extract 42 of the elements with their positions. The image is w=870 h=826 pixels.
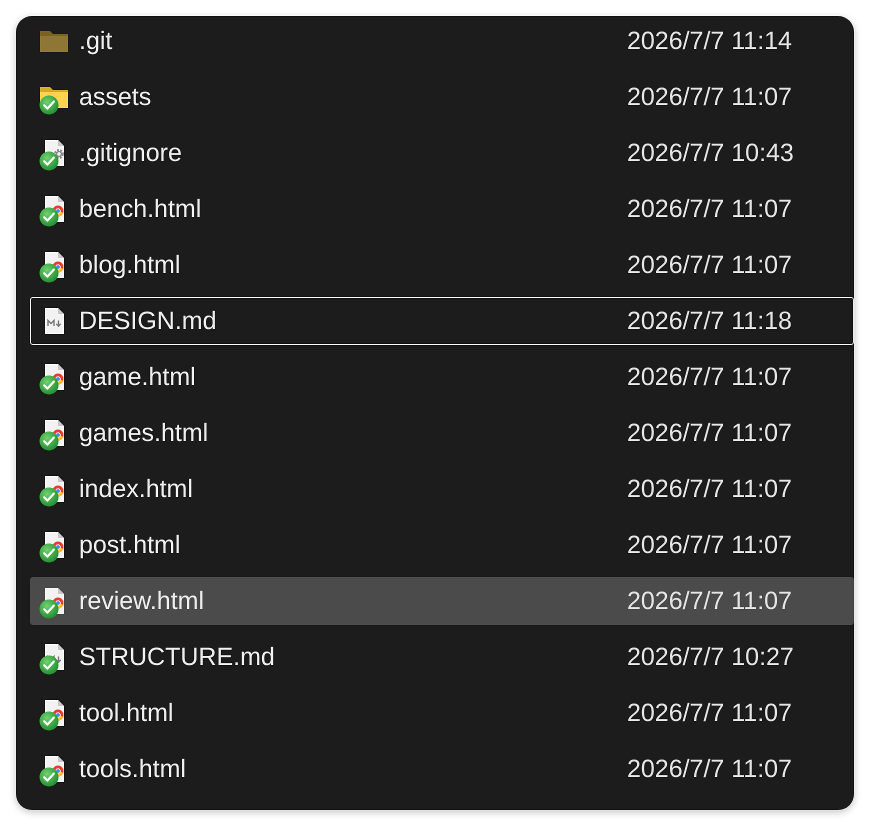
file-row[interactable]: .git 2026/7/7 11:14 <box>30 17 854 65</box>
file-row[interactable]: post.html 2026/7/7 11:07 <box>30 521 854 569</box>
modified-date: 2026/7/7 11:07 <box>627 420 792 446</box>
modified-date: 2026/7/7 11:07 <box>627 196 792 222</box>
modified-date: 2026/7/7 10:27 <box>627 644 794 670</box>
file-row[interactable]: games.html 2026/7/7 11:07 <box>30 409 854 457</box>
file-name: blog.html <box>79 252 182 278</box>
file-name: game.html <box>79 364 197 390</box>
file-name: .git <box>79 28 114 54</box>
file-row[interactable]: bench.html 2026/7/7 11:07 <box>30 185 854 233</box>
modified-date: 2026/7/7 11:18 <box>627 308 792 334</box>
file-name: .gitignore <box>79 140 183 166</box>
modified-date: 2026/7/7 11:07 <box>627 532 792 558</box>
file-name: tool.html <box>79 700 174 726</box>
file-row[interactable]: .gitignore 2026/7/7 10:43 <box>30 129 854 177</box>
file-name: index.html <box>79 476 194 502</box>
file-name: assets <box>79 84 152 110</box>
modified-date: 2026/7/7 11:14 <box>627 28 792 54</box>
file-row[interactable]: DESIGN.md 2026/7/7 11:18 <box>30 297 854 345</box>
file-row[interactable]: index.html 2026/7/7 11:07 <box>30 465 854 513</box>
file-name: games.html <box>79 420 210 446</box>
file-name: DESIGN.md <box>79 308 218 334</box>
modified-date: 2026/7/7 11:07 <box>627 252 792 278</box>
modified-date: 2026/7/7 11:07 <box>627 588 792 614</box>
modified-date: 2026/7/7 11:07 <box>627 364 792 390</box>
file-name: tools.html <box>79 756 187 782</box>
file-row[interactable]: STRUCTURE.md 2026/7/7 10:27 <box>30 633 854 681</box>
modified-date: 2026/7/7 11:07 <box>627 756 792 782</box>
modified-date: 2026/7/7 11:07 <box>627 84 792 110</box>
file-name: bench.html <box>79 196 202 222</box>
modified-date: 2026/7/7 11:07 <box>627 700 792 726</box>
file-name: post.html <box>79 532 182 558</box>
modified-date: 2026/7/7 11:07 <box>627 476 792 502</box>
file-name: review.html <box>79 588 206 614</box>
file-row[interactable]: tool.html 2026/7/7 11:07 <box>30 689 854 737</box>
file-row[interactable]: blog.html 2026/7/7 11:07 <box>30 241 854 289</box>
file-name: STRUCTURE.md <box>79 644 276 670</box>
file-row[interactable]: assets 2026/7/7 11:07 <box>30 73 854 121</box>
file-row[interactable]: game.html 2026/7/7 11:07 <box>30 353 854 401</box>
file-row[interactable]: review.html 2026/7/7 11:07 <box>30 577 854 625</box>
modified-date: 2026/7/7 10:43 <box>627 140 794 166</box>
file-row[interactable]: tools.html 2026/7/7 11:07 <box>30 745 854 793</box>
